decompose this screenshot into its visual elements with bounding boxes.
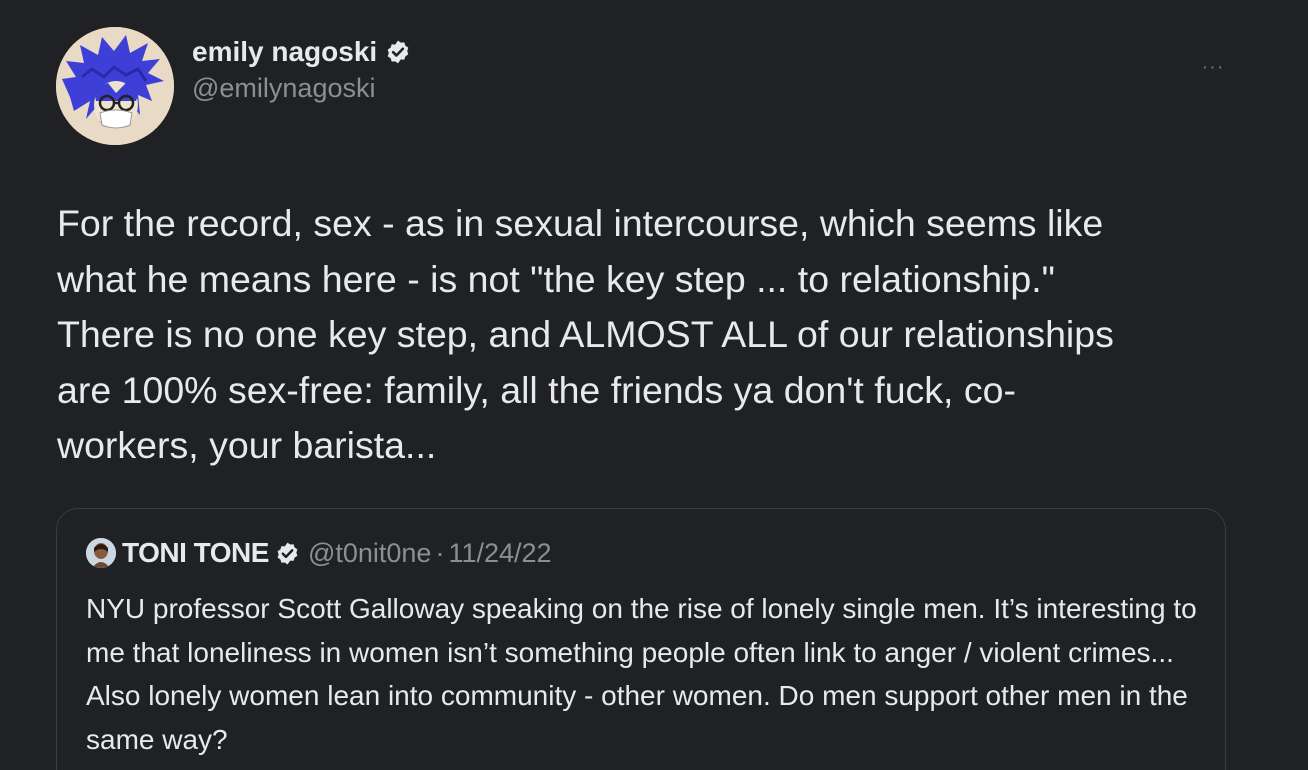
author-avatar[interactable] [56, 27, 174, 145]
avatar-illustration [56, 27, 174, 145]
author-info: emily nagoski @emilynagoski [192, 35, 411, 105]
verified-badge-icon [385, 39, 411, 65]
more-options-icon[interactable]: ··· [1196, 56, 1230, 78]
tweet-detail-page: emily nagoski @emilynagoski ··· For the … [0, 0, 1308, 770]
avatar-photo [86, 538, 116, 568]
quoted-tweet-header: TONI TONE @t0nit0ne · 11/24/22 [86, 536, 552, 570]
verified-badge-icon [275, 541, 300, 566]
quoted-tweet-text: NYU professor Scott Galloway speaking on… [86, 593, 1197, 755]
quoted-author-avatar[interactable] [86, 538, 116, 568]
quoted-author-display-name[interactable]: TONI TONE [122, 537, 269, 569]
author-name-row: emily nagoski [192, 35, 411, 69]
quoted-tweet-card[interactable]: TONI TONE @t0nit0ne · 11/24/22 NYU profe… [56, 508, 1226, 770]
tweet-text: For the record, sex - as in sexual inter… [57, 202, 1114, 466]
author-handle[interactable]: @emilynagoski [192, 71, 411, 105]
author-display-name[interactable]: emily nagoski [192, 35, 377, 69]
quoted-tweet-date[interactable]: 11/24/22 [448, 538, 551, 569]
quoted-author-handle[interactable]: @t0nit0ne [308, 538, 432, 569]
tweet-header: emily nagoski @emilynagoski [56, 27, 411, 145]
header-separator: · [435, 537, 445, 568]
